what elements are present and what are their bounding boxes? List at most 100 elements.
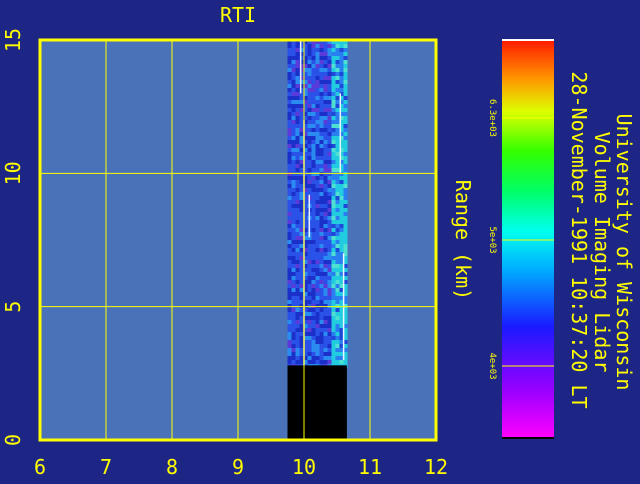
data-cell [335, 200, 340, 204]
data-cell [331, 140, 336, 144]
data-cell [335, 160, 340, 164]
data-cell [335, 76, 340, 80]
blanked-region [287, 365, 347, 440]
data-cell [287, 204, 292, 208]
data-cell [311, 344, 316, 348]
data-cell [319, 248, 324, 252]
data-cell [315, 264, 320, 268]
data-cell [343, 84, 348, 88]
data-cell [335, 216, 340, 220]
data-cell [311, 128, 316, 132]
data-cell [287, 336, 292, 340]
data-cell [319, 68, 324, 72]
data-cell [335, 48, 340, 52]
data-cell [291, 228, 296, 232]
data-cell [287, 124, 292, 128]
data-cell [323, 80, 328, 84]
data-cell [319, 232, 324, 236]
data-cell [311, 232, 316, 236]
data-cell [335, 128, 340, 132]
data-cell [315, 128, 320, 132]
data-cell [291, 132, 296, 136]
data-cell [315, 212, 320, 216]
data-cell [315, 60, 320, 64]
data-cell [323, 120, 328, 124]
data-cell [295, 340, 300, 344]
data-cell [287, 304, 292, 308]
data-cell [311, 164, 316, 168]
data-cell [327, 136, 332, 140]
data-cell [295, 76, 300, 80]
data-cell [323, 108, 328, 112]
data-cell [311, 244, 316, 248]
data-cell [287, 44, 292, 48]
data-cell [327, 188, 332, 192]
data-cell [343, 360, 348, 364]
data-cell [335, 308, 340, 312]
data-cell [327, 132, 332, 136]
data-cell [335, 212, 340, 216]
data-cell [323, 220, 328, 224]
data-cell [287, 288, 292, 292]
data-cell [299, 232, 304, 236]
data-cell [315, 72, 320, 76]
data-cell [291, 60, 296, 64]
data-cell [335, 64, 340, 68]
data-cell [315, 48, 320, 52]
data-cell [327, 304, 332, 308]
data-cell [291, 80, 296, 84]
data-cell [299, 292, 304, 296]
data-cell [311, 312, 316, 316]
data-cell [343, 56, 348, 60]
data-cell [291, 236, 296, 240]
data-cell [327, 92, 332, 96]
data-cell [331, 212, 336, 216]
data-cell [291, 288, 296, 292]
data-cell [319, 272, 324, 276]
data-cell [299, 192, 304, 196]
data-cell [307, 144, 312, 148]
data-cell [311, 96, 316, 100]
data-cell [299, 276, 304, 280]
data-cell [319, 188, 324, 192]
data-cell [323, 224, 328, 228]
data-cell [339, 52, 344, 56]
data-cell [319, 332, 324, 336]
data-cell [339, 192, 344, 196]
data-cell [311, 172, 316, 176]
data-cell [331, 300, 336, 304]
data-cell [291, 188, 296, 192]
data-cell [323, 92, 328, 96]
data-cell [327, 108, 332, 112]
data-cell [335, 304, 340, 308]
data-cell [311, 60, 316, 64]
data-cell [331, 92, 336, 96]
data-cell [291, 304, 296, 308]
data-cell [335, 252, 340, 256]
data-cell [323, 116, 328, 120]
data-cell [311, 256, 316, 260]
data-cell [335, 340, 340, 344]
data-cell [327, 172, 332, 176]
data-cell [319, 216, 324, 220]
data-cell [311, 324, 316, 328]
data-cell [291, 212, 296, 216]
data-cell [331, 100, 336, 104]
data-cell [311, 148, 316, 152]
data-cell [323, 284, 328, 288]
data-cell [323, 84, 328, 88]
data-cell [323, 352, 328, 356]
data-cell [311, 204, 316, 208]
data-cell [315, 52, 320, 56]
data-cell [307, 80, 312, 84]
data-cell [307, 48, 312, 52]
data-cell [319, 204, 324, 208]
data-cell [287, 344, 292, 348]
data-cell [335, 288, 340, 292]
data-cell [319, 236, 324, 240]
data-cell [315, 92, 320, 96]
data-cell [339, 224, 344, 228]
data-cell [287, 232, 292, 236]
data-cell [307, 320, 312, 324]
data-cell [319, 168, 324, 172]
